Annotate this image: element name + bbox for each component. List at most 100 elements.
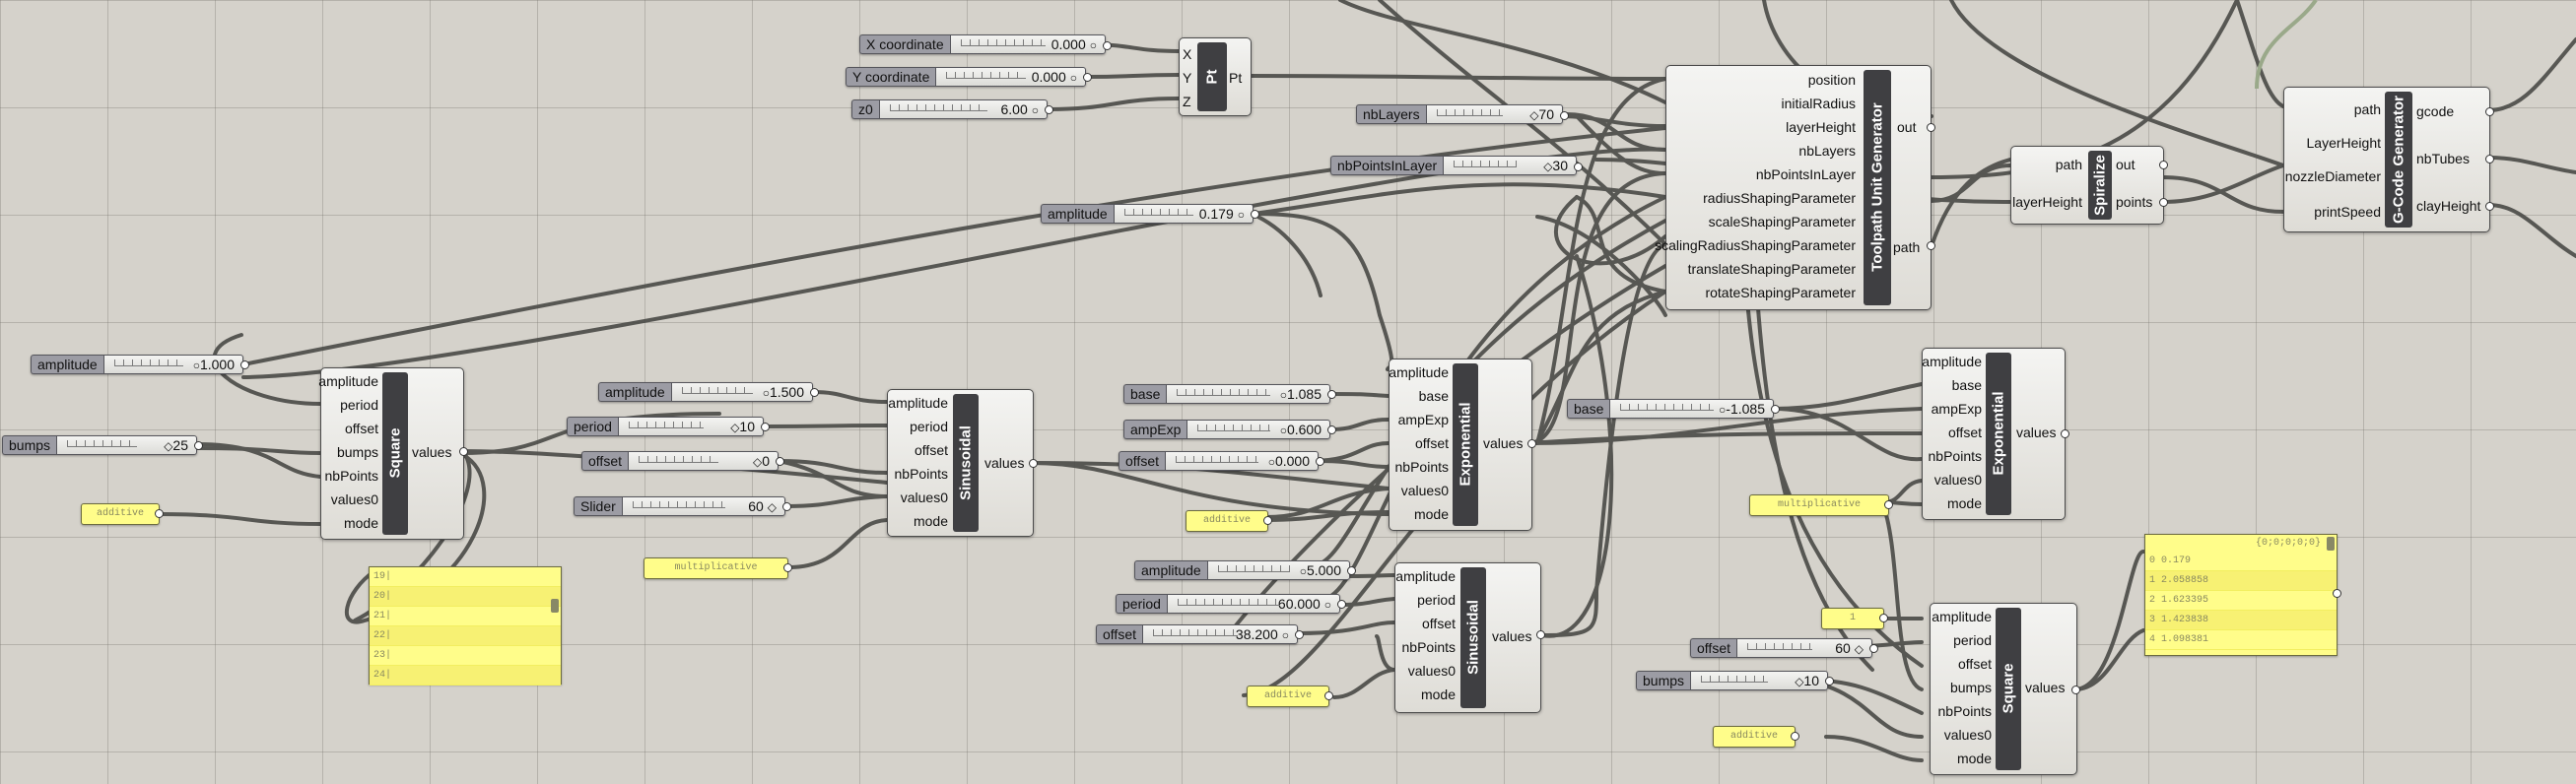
port-dot[interactable] — [240, 360, 249, 369]
port-dot[interactable] — [459, 447, 468, 456]
square-component-2[interactable]: Square amplitude period offset bumps nbP… — [1930, 603, 2077, 775]
port-dot[interactable] — [783, 563, 792, 572]
slider-knob-icon[interactable]: ○ — [1300, 564, 1307, 578]
toolpath-unit-generator[interactable]: Toolpath Unit Generator position initial… — [1655, 65, 1932, 310]
slider-knob-icon[interactable]: ○ — [763, 386, 770, 400]
sinus1-period-slider[interactable]: period ◇10 — [567, 417, 764, 436]
port-dot[interactable] — [1825, 677, 1834, 686]
port-dot[interactable] — [1295, 630, 1304, 639]
square1-amplitude-slider[interactable]: amplitude ○1.000 — [31, 355, 243, 374]
mode-panel-additive-3[interactable]: additive — [1247, 686, 1329, 707]
list-row: 4 1.098381 — [2145, 630, 2337, 650]
port-dot[interactable] — [1536, 630, 1545, 639]
mode-panel-multiplicative-2[interactable]: multiplicative — [1749, 494, 1889, 516]
sinus1-offset-slider[interactable]: offset ◇0 — [581, 451, 779, 471]
slider-60[interactable]: Slider 60 ◇ — [574, 496, 785, 516]
mode-panel-additive-2[interactable]: additive — [1186, 510, 1268, 532]
port-dot[interactable] — [2485, 155, 2494, 163]
square1-bumps-slider[interactable]: bumps ◇25 — [2, 435, 197, 455]
slider-knob-icon[interactable]: ○ — [1280, 424, 1287, 437]
slider-knob-icon[interactable]: ◇ — [768, 500, 777, 514]
scrollbar[interactable] — [551, 599, 559, 613]
sinus2-period-slider[interactable]: period 60.000 ○ — [1116, 594, 1340, 614]
sinus2-offset-slider[interactable]: offset 38.200 ○ — [1096, 624, 1298, 644]
z0-slider[interactable]: z0 6.00 ○ — [851, 99, 1048, 119]
port-dot[interactable] — [1560, 111, 1569, 120]
port-dot[interactable] — [1251, 210, 1259, 219]
slider-knob-icon[interactable]: ◇ — [753, 455, 762, 469]
port-dot[interactable] — [761, 423, 770, 431]
slider-knob-icon[interactable]: ○ — [1268, 455, 1275, 469]
port-dot[interactable] — [1327, 390, 1336, 399]
port-dot[interactable] — [1869, 644, 1878, 653]
square2-bumps-slider[interactable]: bumps ◇10 — [1636, 671, 1828, 690]
slider-knob-icon[interactable]: ◇ — [1855, 642, 1864, 656]
port-dot[interactable] — [1045, 105, 1053, 114]
port-dot[interactable] — [810, 388, 819, 397]
port-dot[interactable] — [2485, 202, 2494, 211]
port-dot[interactable] — [2061, 429, 2069, 438]
pt-component[interactable]: Pt X Y Z Pt — [1179, 37, 1252, 116]
sinusoidal-component-2[interactable]: Sinusoidal amplitude period offset nbPoi… — [1394, 562, 1541, 713]
slider-knob-icon[interactable]: ○ — [1032, 103, 1039, 117]
port-dot[interactable] — [1029, 459, 1038, 468]
port-dot[interactable] — [1327, 425, 1336, 434]
sinusoidal-component-1[interactable]: Sinusoidal amplitude period offset nbPoi… — [887, 389, 1034, 537]
exponential-component-1[interactable]: Exponential amplitude base ampExp offset… — [1389, 359, 1532, 531]
sinus1-amplitude-slider[interactable]: amplitude ○1.500 — [598, 382, 813, 402]
port-dot[interactable] — [782, 502, 791, 511]
port-dot[interactable] — [1927, 123, 1935, 132]
port-dot[interactable] — [2159, 198, 2168, 207]
list-panel-1[interactable]: 19| 20| 21| 22| 23| 24| — [369, 566, 562, 686]
square-component-1[interactable]: Square amplitude period offset bumps nbP… — [318, 367, 464, 540]
slider-knob-icon[interactable]: ○ — [1280, 388, 1287, 402]
port-dot[interactable] — [2485, 107, 2494, 116]
slider-knob-icon[interactable]: ○ — [1282, 628, 1289, 642]
spiralize-component[interactable]: Spiralize path layerHeight out points — [2010, 146, 2164, 225]
square2-offset-slider[interactable]: offset 60 ◇ — [1690, 638, 1872, 658]
port-dot[interactable] — [1316, 457, 1324, 466]
port-dot[interactable] — [1083, 73, 1092, 82]
mode-panel-additive-4[interactable]: additive — [1713, 726, 1796, 748]
x-coordinate-slider[interactable]: X coordinate 0.000 ○ — [859, 34, 1106, 54]
port-dot[interactable] — [1324, 691, 1333, 700]
port-dot[interactable] — [2159, 161, 2168, 169]
exponential-component-2[interactable]: Exponential amplitude base ampExp offset… — [1922, 348, 2066, 520]
port-dot[interactable] — [1263, 516, 1272, 525]
exp1-base-slider[interactable]: base ○1.085 — [1123, 384, 1330, 404]
slider-knob-icon[interactable]: ○ — [1324, 598, 1331, 612]
nblayers-slider[interactable]: nbLayers ◇70 — [1356, 104, 1563, 124]
port-dot[interactable] — [776, 457, 784, 466]
slider-knob-icon[interactable]: ○ — [193, 359, 200, 372]
port-dot[interactable] — [1103, 41, 1112, 50]
slider-knob-icon[interactable]: ○ — [1090, 38, 1097, 52]
port-dot[interactable] — [2333, 589, 2341, 598]
port-dot[interactable] — [1927, 241, 1935, 250]
port-dot[interactable] — [1527, 439, 1536, 448]
scrollbar[interactable] — [2327, 537, 2335, 551]
port-dot[interactable] — [1791, 732, 1799, 741]
slider-knob-icon[interactable]: ○ — [1238, 208, 1245, 222]
slider-knob-icon[interactable]: ○ — [1070, 71, 1077, 85]
gcode-generator[interactable]: G-Code Generator path LayerHeight nozzle… — [2283, 87, 2490, 232]
port-dot[interactable] — [1879, 614, 1888, 622]
exp1-offset-slider[interactable]: offset ○0.000 — [1119, 451, 1319, 471]
sinus2-amplitude-slider[interactable]: amplitude ○5.000 — [1134, 560, 1350, 580]
port-dot[interactable] — [1337, 600, 1346, 609]
mode-panel-multiplicative-1[interactable]: multiplicative — [644, 557, 788, 579]
port-dot[interactable] — [1347, 566, 1356, 575]
exp2-base-slider[interactable]: base ○-1.085 — [1567, 399, 1774, 419]
nbpointsinlayer-slider[interactable]: nbPointsInLayer ◇30 — [1330, 156, 1577, 175]
port-dot[interactable] — [194, 441, 203, 450]
value-panel-one[interactable]: 1 — [1821, 608, 1884, 629]
exp1-ampexp-slider[interactable]: ampExp ○0.600 — [1123, 420, 1330, 439]
port-dot[interactable] — [1771, 405, 1780, 414]
mode-panel-additive-1[interactable]: additive — [81, 503, 160, 525]
port-dot[interactable] — [1884, 500, 1893, 509]
port-dot[interactable] — [155, 509, 164, 518]
y-coordinate-slider[interactable]: Y coordinate 0.000 ○ — [846, 67, 1086, 87]
amplitude-top-slider[interactable]: amplitude 0.179 ○ — [1041, 204, 1254, 224]
list-panel-2[interactable]: {0;0;0;0;0} 0 0.179 1 2.058858 2 1.62339… — [2144, 534, 2338, 656]
port-dot[interactable] — [1574, 163, 1583, 171]
port-dot[interactable] — [2071, 686, 2080, 694]
